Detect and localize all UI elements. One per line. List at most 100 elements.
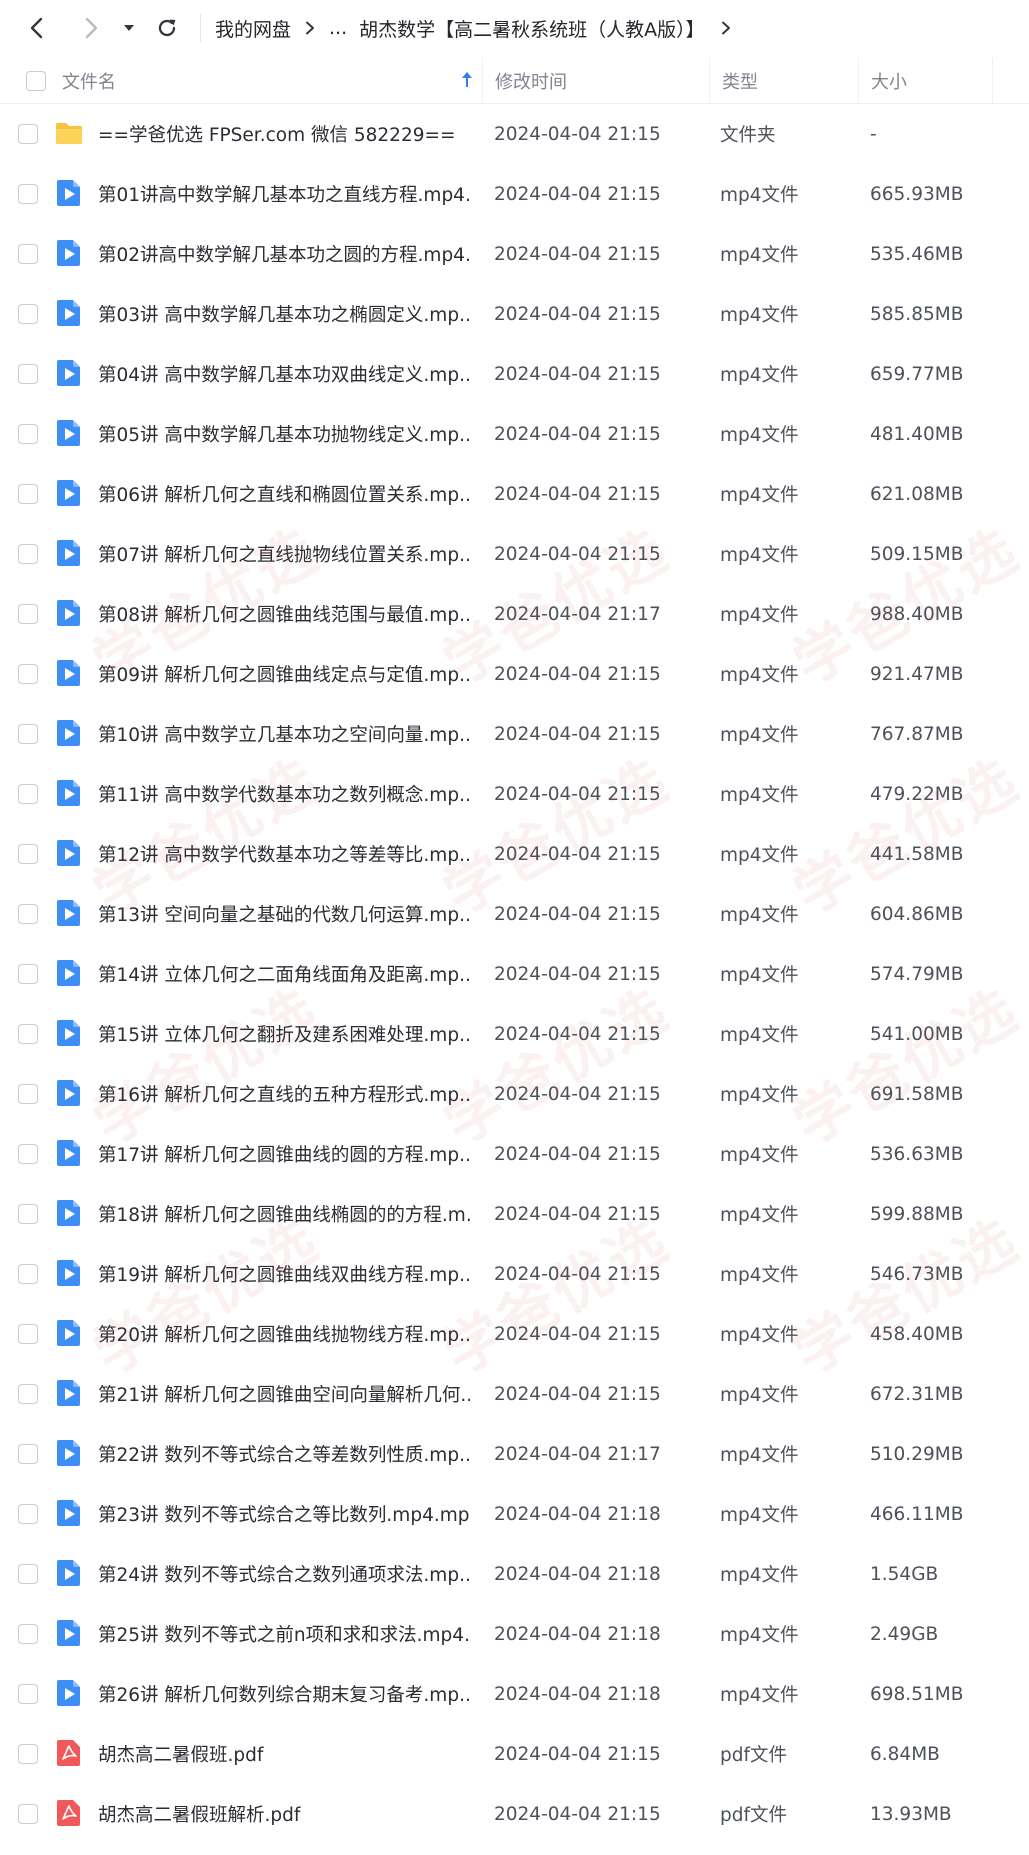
sort-up-arrow-icon[interactable] (460, 70, 474, 90)
row-checkbox[interactable] (18, 844, 38, 864)
file-row[interactable]: 第08讲 解析几何之圆锥曲线范围与最值.mp... 2024-04-04 21:1… (0, 584, 1029, 644)
row-checkbox[interactable] (18, 1144, 38, 1164)
file-name[interactable]: 第22讲 数列不等式综合之等差数列性质.mp... (98, 1441, 470, 1467)
row-checkbox[interactable] (18, 184, 38, 204)
row-checkbox[interactable] (18, 904, 38, 924)
row-checkbox[interactable] (18, 304, 38, 324)
row-checkbox[interactable] (18, 364, 38, 384)
file-name[interactable]: 第12讲 高中数学代数基本功之等差等比.mp... (98, 841, 470, 867)
file-row[interactable]: 第22讲 数列不等式综合之等差数列性质.mp... 2024-04-04 21:1… (0, 1424, 1029, 1484)
file-name[interactable]: 第20讲 解析几何之圆锥曲线抛物线方程.mp... (98, 1321, 470, 1347)
file-name[interactable]: 第25讲 数列不等式之前n项和求和求法.mp4.... (98, 1621, 470, 1647)
file-name[interactable]: 第14讲 立体几何之二面角线面角及距离.mp... (98, 961, 470, 987)
file-name[interactable]: 第01讲高中数学解几基本功之直线方程.mp4... (98, 181, 470, 207)
row-checkbox[interactable] (18, 1264, 38, 1284)
file-name[interactable]: 第08讲 解析几何之圆锥曲线范围与最值.mp... (98, 601, 470, 627)
file-name[interactable]: 第13讲 空间向量之基础的代数几何运算.mp... (98, 901, 470, 927)
file-row[interactable]: 第16讲 解析几何之直线的五种方程形式.mp... 2024-04-04 21:1… (0, 1064, 1029, 1124)
file-row[interactable]: 第12讲 高中数学代数基本功之等差等比.mp... 2024-04-04 21:1… (0, 824, 1029, 884)
file-row[interactable]: 第01讲高中数学解几基本功之直线方程.mp4... 2024-04-04 21:1… (0, 164, 1029, 224)
file-name[interactable]: 第04讲 高中数学解几基本功双曲线定义.mp... (98, 361, 470, 387)
row-checkbox[interactable] (18, 784, 38, 804)
row-checkbox[interactable] (18, 1084, 38, 1104)
file-name[interactable]: 第18讲 解析几何之圆锥曲线椭圆的的方程.m... (98, 1201, 470, 1227)
file-name[interactable]: 胡杰高二暑假班.pdf (98, 1741, 470, 1767)
row-checkbox[interactable] (18, 1804, 38, 1824)
column-header-type[interactable]: 类型 (709, 57, 858, 104)
row-checkbox[interactable] (18, 1024, 38, 1044)
file-row[interactable]: 胡杰高二暑假班.pdf 2024-04-04 21:15 pdf文件 6.84MB (0, 1724, 1029, 1784)
file-row[interactable]: 第11讲 高中数学代数基本功之数列概念.mp... 2024-04-04 21:1… (0, 764, 1029, 824)
file-name[interactable]: 第05讲 高中数学解几基本功抛物线定义.mp... (98, 421, 470, 447)
row-checkbox[interactable] (18, 1444, 38, 1464)
column-header-name[interactable]: 文件名 (0, 58, 482, 104)
back-button[interactable] (20, 11, 54, 45)
row-checkbox[interactable] (18, 1744, 38, 1764)
row-checkbox[interactable] (18, 1684, 38, 1704)
file-row[interactable]: 第06讲 解析几何之直线和椭圆位置关系.mp... 2024-04-04 21:1… (0, 464, 1029, 524)
row-checkbox[interactable] (18, 1504, 38, 1524)
file-row[interactable]: 第03讲 高中数学解几基本功之椭圆定义.mp... 2024-04-04 21:1… (0, 284, 1029, 344)
row-checkbox[interactable] (18, 544, 38, 564)
file-name[interactable]: 第19讲 解析几何之圆锥曲线双曲线方程.mp... (98, 1261, 470, 1287)
file-name[interactable]: 第09讲 解析几何之圆锥曲线定点与定值.mp... (98, 661, 470, 687)
row-checkbox[interactable] (18, 484, 38, 504)
file-row[interactable]: 第10讲 高中数学立几基本功之空间向量.mp... 2024-04-04 21:1… (0, 704, 1029, 764)
file-row[interactable]: 第07讲 解析几何之直线抛物线位置关系.mp... 2024-04-04 21:1… (0, 524, 1029, 584)
breadcrumb-root[interactable]: 我的网盘 (215, 15, 291, 42)
row-checkbox[interactable] (18, 664, 38, 684)
file-name[interactable]: 第24讲 数列不等式综合之数列通项求法.mp... (98, 1561, 470, 1587)
refresh-button[interactable] (150, 11, 184, 45)
history-dropdown-button[interactable] (118, 11, 140, 45)
file-name[interactable]: 第03讲 高中数学解几基本功之椭圆定义.mp... (98, 301, 470, 327)
row-checkbox[interactable] (18, 424, 38, 444)
file-name[interactable]: 第10讲 高中数学立几基本功之空间向量.mp... (98, 721, 470, 747)
row-checkbox[interactable] (18, 124, 38, 144)
column-header-mtime[interactable]: 修改时间 (482, 57, 709, 104)
breadcrumb-ellipsis[interactable]: ... (329, 17, 347, 39)
file-row[interactable]: 第26讲 解析几何数列综合期末复习备考.mp... 2024-04-04 21:1… (0, 1664, 1029, 1724)
file-row[interactable]: 第04讲 高中数学解几基本功双曲线定义.mp... 2024-04-04 21:1… (0, 344, 1029, 404)
file-row[interactable]: 第13讲 空间向量之基础的代数几何运算.mp... 2024-04-04 21:1… (0, 884, 1029, 944)
file-row[interactable]: 第20讲 解析几何之圆锥曲线抛物线方程.mp... 2024-04-04 21:1… (0, 1304, 1029, 1364)
file-row[interactable]: 第14讲 立体几何之二面角线面角及距离.mp... 2024-04-04 21:1… (0, 944, 1029, 1004)
file-row[interactable]: ==学爸优选 FPSer.com 微信 582229== 2024-04-04 2… (0, 104, 1029, 164)
file-name[interactable]: 第17讲 解析几何之圆锥曲线的圆的方程.mp... (98, 1141, 470, 1167)
row-checkbox[interactable] (18, 244, 38, 264)
file-row[interactable]: 第21讲 解析几何之圆锥曲空间向量解析几何... 2024-04-04 21:15… (0, 1364, 1029, 1424)
breadcrumb-current[interactable]: 胡杰数学【高二暑秋系统班（人教A版）】 (359, 15, 705, 42)
file-row[interactable]: 胡杰高二暑假班解析.pdf 2024-04-04 21:15 pdf文件 13.93M… (0, 1784, 1029, 1844)
file-name[interactable]: 第23讲 数列不等式综合之等比数列.mp4.mp4 (98, 1501, 470, 1527)
file-row[interactable]: 第23讲 数列不等式综合之等比数列.mp4.mp4 2024-04-04 21:1… (0, 1484, 1029, 1544)
file-row[interactable]: 第25讲 数列不等式之前n项和求和求法.mp4.... 2024-04-04 21… (0, 1604, 1029, 1664)
file-row[interactable]: 第17讲 解析几何之圆锥曲线的圆的方程.mp... 2024-04-04 21:1… (0, 1124, 1029, 1184)
file-row[interactable]: 第19讲 解析几何之圆锥曲线双曲线方程.mp... 2024-04-04 21:1… (0, 1244, 1029, 1304)
row-checkbox[interactable] (18, 604, 38, 624)
file-name[interactable]: ==学爸优选 FPSer.com 微信 582229== (98, 121, 470, 147)
row-checkbox[interactable] (18, 1564, 38, 1584)
row-checkbox[interactable] (18, 1204, 38, 1224)
forward-button[interactable] (74, 11, 108, 45)
file-name[interactable]: 第11讲 高中数学代数基本功之数列概念.mp... (98, 781, 470, 807)
row-checkbox[interactable] (18, 1624, 38, 1644)
file-name[interactable]: 第07讲 解析几何之直线抛物线位置关系.mp... (98, 541, 470, 567)
file-row[interactable]: 第09讲 解析几何之圆锥曲线定点与定值.mp... 2024-04-04 21:1… (0, 644, 1029, 704)
row-checkbox[interactable] (18, 1384, 38, 1404)
row-checkbox[interactable] (18, 724, 38, 744)
file-name[interactable]: 第15讲 立体几何之翻折及建系困难处理.mp... (98, 1021, 470, 1047)
file-name[interactable]: 第16讲 解析几何之直线的五种方程形式.mp... (98, 1081, 470, 1107)
file-row[interactable]: 第02讲高中数学解几基本功之圆的方程.mp4... 2024-04-04 21:1… (0, 224, 1029, 284)
column-header-size[interactable]: 大小 (858, 57, 993, 104)
file-name[interactable]: 第26讲 解析几何数列综合期末复习备考.mp... (98, 1681, 470, 1707)
column-header-mtime-label: 修改时间 (495, 71, 567, 93)
file-row[interactable]: 第05讲 高中数学解几基本功抛物线定义.mp... 2024-04-04 21:1… (0, 404, 1029, 464)
file-row[interactable]: 第18讲 解析几何之圆锥曲线椭圆的的方程.m... 2024-04-04 21:1… (0, 1184, 1029, 1244)
file-name[interactable]: 第06讲 解析几何之直线和椭圆位置关系.mp... (98, 481, 470, 507)
file-row[interactable]: 第15讲 立体几何之翻折及建系困难处理.mp... 2024-04-04 21:1… (0, 1004, 1029, 1064)
row-checkbox[interactable] (18, 1324, 38, 1344)
file-name[interactable]: 第21讲 解析几何之圆锥曲空间向量解析几何... (98, 1381, 470, 1407)
file-row[interactable]: 第24讲 数列不等式综合之数列通项求法.mp... 2024-04-04 21:1… (0, 1544, 1029, 1604)
row-checkbox[interactable] (18, 964, 38, 984)
file-name[interactable]: 胡杰高二暑假班解析.pdf (98, 1801, 470, 1827)
file-name[interactable]: 第02讲高中数学解几基本功之圆的方程.mp4... (98, 241, 470, 267)
